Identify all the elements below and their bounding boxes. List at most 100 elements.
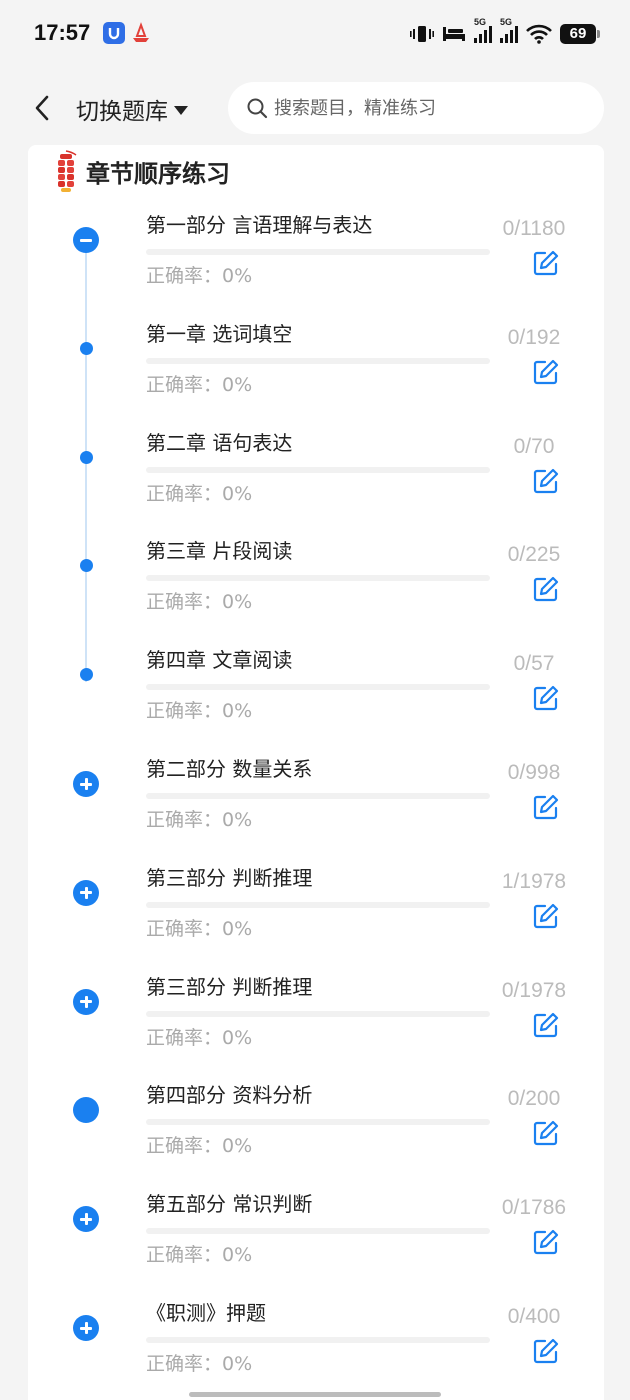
practice-edit-button[interactable]: [532, 358, 560, 386]
edit-pencil-icon: [533, 1012, 559, 1037]
section-title: 章节顺序练习: [86, 159, 230, 188]
accuracy-text: 正确率：0%: [146, 809, 253, 831]
expand-plus-icon[interactable]: [73, 771, 99, 797]
chapter-title: 第二部分 数量关系: [146, 757, 313, 781]
practice-edit-button[interactable]: [532, 902, 560, 930]
edit-pencil-icon: [533, 468, 559, 493]
chapter-practice-card: 章节顺序练习 第一部分 言语理解与表达 正确率：0% 0/1180 第一章 选词填空正…: [28, 145, 604, 1400]
progress-bar: [146, 249, 490, 255]
caret-down-icon: [174, 105, 188, 115]
status-time: 17:57: [34, 20, 91, 45]
timeline-dot-icon: [80, 559, 93, 573]
edit-pencil-icon: [533, 1121, 559, 1146]
question-count: 0/1978: [501, 978, 567, 1002]
progress-bar: [146, 1337, 490, 1343]
question-count: 0/400: [507, 1305, 561, 1328]
notification-ship-icon: [130, 22, 152, 44]
practice-edit-button[interactable]: [532, 1228, 560, 1256]
chapter-row[interactable]: 第三部分 判断推理 正确率：0% 0/1978: [28, 971, 604, 1079]
question-count: 0/192: [507, 325, 561, 349]
filled-circle-icon[interactable]: [73, 1097, 99, 1124]
edit-pencil-icon: [533, 903, 559, 928]
chapter-title: 第二章 语句表达: [146, 430, 293, 455]
chapter-row[interactable]: 第三部分 判断推理 正确率：0% 1/1978: [28, 862, 604, 970]
progress-bar: [146, 357, 490, 364]
expand-plus-icon[interactable]: [73, 988, 99, 1015]
chapter-row[interactable]: 第一部分 言语理解与表达 正确率：0% 0/1180: [28, 209, 604, 317]
top-bar: 切换题库: [0, 70, 630, 145]
accuracy-text: 正确率：0%: [146, 265, 253, 287]
section-header: 章节顺序练习: [52, 149, 230, 193]
accuracy-text: 正确率：0%: [146, 591, 253, 614]
chevron-left-icon: [35, 95, 49, 121]
chapter-row[interactable]: 第一章 选词填空 正确率：0% 0/192: [28, 318, 604, 426]
back-button[interactable]: [24, 90, 60, 126]
question-count: 1/1978: [501, 869, 567, 893]
switch-question-bank-dropdown[interactable]: 切换题库: [76, 92, 188, 126]
progress-bar: [146, 1228, 490, 1235]
chapter-title: 第三部分 判断推理: [146, 974, 313, 999]
expand-plus-icon[interactable]: [73, 1206, 99, 1233]
home-indicator[interactable]: [189, 1392, 441, 1397]
practice-edit-button[interactable]: [532, 793, 560, 821]
status-indicators: 5G 5G 69: [410, 17, 600, 48]
progress-bar: [146, 1119, 490, 1126]
search-input[interactable]: [274, 97, 574, 119]
progress-bar: [146, 466, 490, 473]
edit-pencil-icon: [533, 577, 559, 602]
edit-pencil-icon: [533, 250, 559, 276]
expand-plus-icon[interactable]: [73, 1315, 99, 1341]
question-count: 0/225: [507, 543, 561, 567]
chapter-row[interactable]: 第四部分 资料分析 正确率：0% 0/200: [28, 1079, 604, 1187]
practice-edit-button[interactable]: [532, 1011, 560, 1039]
chapter-title: 第三部分 判断推理: [146, 865, 313, 890]
practice-edit-button[interactable]: [532, 1119, 560, 1147]
practice-edit-button[interactable]: [532, 684, 560, 712]
practice-edit-button[interactable]: [532, 575, 560, 603]
accuracy-text: 正确率：0%: [146, 373, 253, 396]
question-count: 0/1786: [501, 1196, 567, 1220]
chapter-title: 第五部分 常识判断: [146, 1192, 313, 1217]
edit-pencil-icon: [533, 1338, 559, 1364]
chapter-row[interactable]: 第四章 文章阅读 正确率：0% 0/57: [28, 644, 604, 752]
expand-plus-icon[interactable]: [73, 879, 99, 906]
question-count: 0/998: [507, 761, 561, 784]
edit-pencil-icon: [533, 686, 559, 711]
edit-pencil-icon: [533, 359, 559, 384]
timeline-dot-icon: [80, 341, 93, 355]
question-count: 0/57: [513, 652, 555, 676]
bed-sleep-icon: [443, 27, 465, 41]
cellular-signal-1-icon: 5G: [474, 17, 492, 43]
question-count: 0/200: [507, 1087, 561, 1111]
progress-bar: [146, 901, 490, 908]
search-icon: [247, 98, 268, 119]
practice-edit-button[interactable]: [532, 467, 560, 495]
question-count: 0/1180: [502, 217, 566, 240]
timeline-dot-icon: [80, 450, 93, 464]
timeline-dot-icon: [80, 668, 93, 682]
chapter-title: 第一章 选词填空: [146, 321, 293, 346]
chapter-row[interactable]: 第二部分 数量关系 正确率：0% 0/998: [28, 753, 604, 861]
accuracy-text: 正确率：0%: [146, 1353, 253, 1375]
question-count: 0/70: [513, 434, 555, 458]
chapter-row[interactable]: 第三章 片段阅读 正确率：0% 0/225: [28, 535, 604, 643]
cellular-signal-2-icon: 5G: [500, 17, 518, 43]
search-bar[interactable]: [228, 82, 604, 134]
chapter-title: 第三章 片段阅读: [146, 539, 293, 564]
chapter-row[interactable]: 第五部分 常识判断 正确率：0% 0/1786: [28, 1188, 604, 1296]
accuracy-text: 正确率：0%: [146, 917, 253, 940]
practice-edit-button[interactable]: [532, 249, 560, 277]
switch-bank-label: 切换题库: [76, 99, 168, 125]
chapter-title: 第四章 文章阅读: [146, 648, 293, 673]
practice-edit-button[interactable]: [532, 1337, 560, 1365]
progress-bar: [146, 793, 490, 799]
status-bar: 17:57 5G 5G 69: [0, 0, 630, 70]
accuracy-text: 正确率：0%: [146, 482, 253, 505]
chapter-title: 第四部分 资料分析: [146, 1083, 313, 1108]
vibrate-icon: [410, 26, 434, 42]
chapter-title: 第一部分 言语理解与表达: [146, 213, 373, 237]
chapter-row[interactable]: 《职测》押题 正确率：0% 0/400: [28, 1297, 604, 1400]
chapter-row[interactable]: 第二章 语句表达 正确率：0% 0/70: [28, 427, 604, 535]
accuracy-text: 正确率：0%: [146, 1026, 253, 1049]
collapse-minus-icon[interactable]: [73, 227, 99, 253]
